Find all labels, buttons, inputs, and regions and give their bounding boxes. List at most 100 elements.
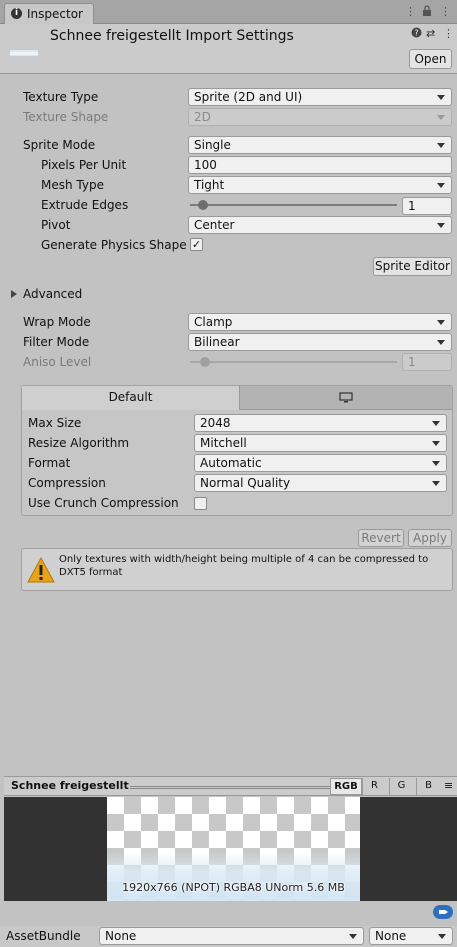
lock-icon[interactable] bbox=[422, 5, 432, 20]
format-label: Format bbox=[28, 456, 71, 470]
mesh-type-dropdown[interactable]: Tight bbox=[188, 176, 452, 194]
format-value: Automatic bbox=[200, 456, 262, 470]
preview-header: Schnee freigestellt RGB R G B ≡ bbox=[4, 776, 457, 796]
inspector-header: Schnee freigestellt Import Settings ? ⇄ … bbox=[0, 24, 457, 74]
chevron-down-icon bbox=[432, 461, 440, 466]
sprite-mode-value: Single bbox=[194, 138, 231, 152]
wrap-mode-dropdown[interactable]: Clamp bbox=[188, 313, 452, 331]
generate-physics-shape-checkbox[interactable]: ✓ bbox=[190, 238, 203, 251]
info-icon: i bbox=[11, 8, 22, 19]
tab-default[interactable]: Default bbox=[22, 386, 239, 410]
asset-bundle-bar: AssetBundle None None bbox=[0, 926, 457, 947]
revert-button[interactable]: Revert bbox=[358, 529, 404, 547]
chevron-down-icon bbox=[437, 115, 445, 120]
pivot-value: Center bbox=[194, 218, 235, 232]
texture-shape-dropdown: 2D bbox=[188, 108, 452, 126]
extrude-edges-slider-handle[interactable] bbox=[198, 200, 208, 210]
channel-b-toggle[interactable]: B bbox=[416, 778, 440, 795]
mip-slider-icon[interactable]: ≡ bbox=[444, 779, 453, 792]
channel-g-toggle[interactable]: G bbox=[389, 778, 413, 795]
apply-button[interactable]: Apply bbox=[408, 529, 452, 547]
extrude-edges-slider[interactable] bbox=[190, 204, 397, 206]
extrude-edges-label: Extrude Edges bbox=[41, 198, 129, 212]
asset-bundle-dropdown[interactable]: None bbox=[99, 927, 364, 945]
aniso-level-input: 1 bbox=[402, 353, 452, 371]
texture-shape-label: Texture Shape bbox=[23, 110, 109, 124]
compression-dropdown[interactable]: Normal Quality bbox=[194, 474, 447, 492]
channel-r-toggle[interactable]: R bbox=[362, 778, 386, 795]
chevron-down-icon bbox=[437, 223, 445, 228]
sprite-mode-label: Sprite Mode bbox=[23, 138, 96, 152]
generate-physics-shape-label: Generate Physics Shape bbox=[41, 238, 187, 252]
chevron-down-icon bbox=[437, 95, 445, 100]
resize-algorithm-dropdown[interactable]: Mitchell bbox=[194, 434, 447, 452]
warning-icon bbox=[27, 557, 55, 583]
pixels-per-unit-label: Pixels Per Unit bbox=[41, 158, 127, 172]
settings-menu-icon[interactable]: ⋮ bbox=[443, 27, 454, 40]
advanced-foldout[interactable]: Advanced bbox=[23, 287, 82, 301]
channel-rgb-toggle[interactable]: RGB bbox=[330, 778, 362, 795]
asset-bundle-variant-dropdown[interactable]: None bbox=[369, 927, 453, 945]
tab-standalone[interactable] bbox=[239, 386, 452, 410]
preview-drag-handle[interactable] bbox=[130, 786, 330, 789]
max-size-label: Max Size bbox=[28, 416, 82, 430]
compression-label: Compression bbox=[28, 476, 106, 490]
wrap-mode-label: Wrap Mode bbox=[23, 315, 91, 329]
sprite-editor-button[interactable]: Sprite Editor bbox=[373, 257, 452, 276]
texture-shape-value: 2D bbox=[194, 110, 211, 124]
tab-bar: i Inspector ⋮ ⋮ bbox=[0, 0, 457, 24]
pixels-per-unit-input[interactable]: 100 bbox=[188, 156, 452, 174]
svg-text:?: ? bbox=[414, 29, 418, 38]
texture-type-value: Sprite (2D and UI) bbox=[194, 90, 303, 104]
page-title: Schnee freigestellt Import Settings bbox=[50, 28, 294, 44]
max-size-value: 2048 bbox=[200, 416, 231, 430]
preset-icon[interactable]: ⇄ bbox=[426, 27, 435, 40]
resize-algorithm-value: Mitchell bbox=[200, 436, 247, 450]
resize-algorithm-label: Resize Algorithm bbox=[28, 436, 130, 450]
filter-mode-dropdown[interactable]: Bilinear bbox=[188, 333, 452, 351]
pivot-label: Pivot bbox=[41, 218, 71, 232]
chevron-down-icon bbox=[432, 481, 440, 486]
max-size-dropdown[interactable]: 2048 bbox=[194, 414, 447, 432]
monitor-icon bbox=[339, 392, 353, 403]
chevron-right-icon[interactable] bbox=[11, 290, 17, 298]
filter-mode-value: Bilinear bbox=[194, 335, 240, 349]
texture-type-dropdown[interactable]: Sprite (2D and UI) bbox=[188, 88, 452, 106]
crunch-compression-label: Use Crunch Compression bbox=[28, 496, 179, 510]
asset-bundle-value: None bbox=[105, 929, 137, 943]
help-icon[interactable]: ? bbox=[411, 27, 422, 41]
chevron-down-icon bbox=[437, 143, 445, 148]
chevron-down-icon bbox=[437, 183, 445, 188]
open-button[interactable]: Open bbox=[409, 49, 452, 69]
texture-info: 1920x766 (NPOT) RGBA8 UNorm 5.6 MB bbox=[122, 881, 345, 894]
chevron-down-icon bbox=[349, 934, 357, 939]
tab-label: Inspector bbox=[27, 7, 83, 21]
texture-type-label: Texture Type bbox=[23, 90, 99, 104]
mesh-type-value: Tight bbox=[194, 178, 225, 192]
format-dropdown[interactable]: Automatic bbox=[194, 454, 447, 472]
crunch-compression-checkbox[interactable] bbox=[194, 497, 207, 510]
chevron-down-icon bbox=[437, 340, 445, 345]
extrude-edges-input[interactable]: 1 bbox=[402, 197, 452, 215]
aniso-level-label: Aniso Level bbox=[23, 355, 92, 369]
wrap-mode-value: Clamp bbox=[194, 315, 233, 329]
tab-inspector[interactable]: i Inspector bbox=[4, 3, 94, 24]
chevron-down-icon bbox=[432, 441, 440, 446]
aniso-level-slider bbox=[190, 361, 397, 363]
filter-mode-label: Filter Mode bbox=[23, 335, 90, 349]
chevron-down-icon bbox=[438, 934, 446, 939]
pivot-dropdown[interactable]: Center bbox=[188, 216, 452, 234]
sprite-mode-dropdown[interactable]: Single bbox=[188, 136, 452, 154]
chevron-down-icon bbox=[432, 421, 440, 426]
mesh-type-label: Mesh Type bbox=[41, 178, 104, 192]
more-icon[interactable]: ⋮ bbox=[405, 5, 416, 18]
label-tag-icon[interactable] bbox=[433, 905, 453, 919]
chevron-down-icon bbox=[437, 320, 445, 325]
aniso-level-slider-handle bbox=[200, 357, 210, 367]
texture-preview: 1920x766 (NPOT) RGBA8 UNorm 5.6 MB bbox=[4, 797, 457, 901]
menu-icon[interactable]: ⋮ bbox=[440, 5, 451, 18]
asset-bundle-label: AssetBundle bbox=[6, 929, 81, 943]
warning-box: Only textures with width/height being mu… bbox=[21, 548, 453, 591]
texture-thumbnail bbox=[10, 50, 38, 56]
asset-bundle-variant-value: None bbox=[375, 929, 407, 943]
